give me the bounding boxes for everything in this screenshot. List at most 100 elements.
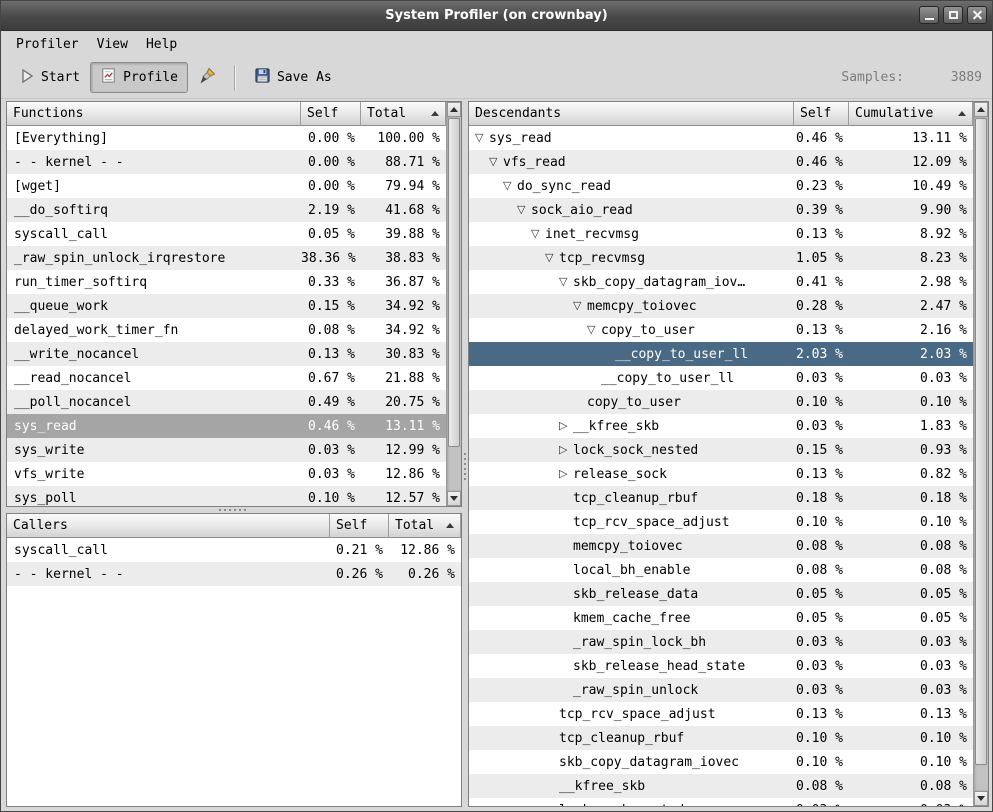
scroll-up-button[interactable] xyxy=(447,102,461,117)
self-value: 0.39 % xyxy=(794,203,849,218)
table-row[interactable]: skb_copy_datagram_iovec0.10 %0.10 % xyxy=(469,750,973,774)
reset-button[interactable] xyxy=(188,62,226,93)
table-row[interactable]: _raw_spin_unlock0.03 %0.03 % xyxy=(469,678,973,702)
column-header-self[interactable]: Self xyxy=(301,102,361,126)
save-as-button[interactable]: Save As xyxy=(244,62,342,93)
table-row[interactable]: ▷lock_sock_nested0.15 %0.93 % xyxy=(469,438,973,462)
table-row[interactable]: tcp_rcv_space_adjust0.13 %0.13 % xyxy=(469,702,973,726)
titlebar[interactable]: System Profiler (on crownbay) xyxy=(1,1,992,31)
table-row[interactable]: memcpy_toiovec0.08 %0.08 % xyxy=(469,534,973,558)
total-value: 21.88 % xyxy=(361,371,446,386)
table-row[interactable]: _raw_spin_unlock_irqrestore38.36 %38.83 … xyxy=(7,246,446,270)
start-button[interactable]: Start xyxy=(9,62,90,93)
table-row[interactable]: __write_nocancel0.13 %30.83 % xyxy=(7,342,446,366)
expander-closed-icon[interactable]: ▷ xyxy=(559,467,573,481)
table-row[interactable]: vfs_write0.03 %12.86 % xyxy=(7,462,446,486)
table-row[interactable]: tcp_cleanup_rbuf0.10 %0.10 % xyxy=(469,726,973,750)
table-row[interactable]: - - kernel - -0.26 %0.26 % xyxy=(7,562,461,586)
expander-closed-icon[interactable]: ▷ xyxy=(559,419,573,433)
table-row[interactable]: skb_release_head_state0.03 %0.03 % xyxy=(469,654,973,678)
table-row[interactable]: __kfree_skb0.08 %0.08 % xyxy=(469,774,973,798)
table-row[interactable]: run_timer_softirq0.33 %36.87 % xyxy=(7,270,446,294)
table-row[interactable]: - - kernel - -0.00 %88.71 % xyxy=(7,150,446,174)
expander-open-icon[interactable]: ▽ xyxy=(489,155,503,169)
scrollbar-thumb[interactable] xyxy=(975,118,987,765)
menu-profiler[interactable]: Profiler xyxy=(7,35,88,54)
descendants-scrollbar[interactable] xyxy=(973,102,988,806)
table-row[interactable]: __poll_nocancel0.49 %20.75 % xyxy=(7,390,446,414)
table-row[interactable]: ▷__kfree_skb0.03 %1.83 % xyxy=(469,414,973,438)
table-row[interactable]: [Everything]0.00 %100.00 % xyxy=(7,126,446,150)
column-header-self[interactable]: Self xyxy=(330,514,389,538)
expander-open-icon[interactable]: ▽ xyxy=(517,203,531,217)
table-row[interactable]: sys_write0.03 %12.99 % xyxy=(7,438,446,462)
table-row[interactable]: copy_to_user0.10 %0.10 % xyxy=(469,390,973,414)
table-row[interactable]: syscall_call0.21 %12.86 % xyxy=(7,538,461,562)
menu-view[interactable]: View xyxy=(88,35,137,54)
expander-open-icon[interactable]: ▽ xyxy=(475,131,489,145)
table-row[interactable]: ▷release_sock0.13 %0.82 % xyxy=(469,462,973,486)
close-button[interactable] xyxy=(967,6,987,24)
table-row[interactable]: ▽sys_read0.46 %13.11 % xyxy=(469,126,973,150)
scrollbar-trough[interactable] xyxy=(974,117,988,791)
maximize-button[interactable] xyxy=(943,6,963,24)
table-row[interactable]: sys_poll0.10 %12.57 % xyxy=(7,486,446,506)
table-row[interactable]: skb_release_data0.05 %0.05 % xyxy=(469,582,973,606)
scroll-down-button[interactable] xyxy=(974,791,988,806)
table-row[interactable]: lock_sock_nested0.03 %0.03 % xyxy=(469,798,973,806)
column-header-total[interactable]: Total xyxy=(361,102,446,126)
function-name: __queue_work xyxy=(7,299,301,314)
splitter-grip-icon xyxy=(464,453,466,483)
table-row[interactable]: delayed_work_timer_fn0.08 %34.92 % xyxy=(7,318,446,342)
scroll-down-button[interactable] xyxy=(447,491,461,506)
table-row[interactable]: ▽sock_aio_read0.39 %9.90 % xyxy=(469,198,973,222)
table-row[interactable]: _raw_spin_lock_bh0.03 %0.03 % xyxy=(469,630,973,654)
scrollbar-trough[interactable] xyxy=(447,117,461,491)
minimize-button[interactable] xyxy=(919,6,939,24)
column-header-descendants[interactable]: Descendants xyxy=(469,102,794,126)
table-row[interactable]: ▽memcpy_toiovec0.28 %2.47 % xyxy=(469,294,973,318)
expander-closed-icon[interactable]: ▷ xyxy=(559,443,573,457)
functions-scrollbar[interactable] xyxy=(446,102,461,506)
total-value: 39.88 % xyxy=(361,227,446,242)
total-value: 0.08 % xyxy=(849,563,973,578)
expander-open-icon[interactable]: ▽ xyxy=(587,323,601,337)
column-header-cumulative[interactable]: Cumulative xyxy=(849,102,973,126)
table-row[interactable]: tcp_rcv_space_adjust0.10 %0.10 % xyxy=(469,510,973,534)
table-row[interactable]: ▽tcp_recvmsg1.05 %8.23 % xyxy=(469,246,973,270)
table-row[interactable]: sys_read0.46 %13.11 % xyxy=(7,414,446,438)
expander-open-icon[interactable]: ▽ xyxy=(573,299,587,313)
function-name: copy_to_user xyxy=(601,323,695,338)
expander-open-icon[interactable]: ▽ xyxy=(559,275,573,289)
functions-body: [Everything]0.00 %100.00 %- - kernel - -… xyxy=(7,126,446,506)
table-row[interactable]: kmem_cache_free0.05 %0.05 % xyxy=(469,606,973,630)
column-header-callers[interactable]: Callers xyxy=(7,514,330,538)
table-row[interactable]: __read_nocancel0.67 %21.88 % xyxy=(7,366,446,390)
total-value: 100.00 % xyxy=(361,131,446,146)
column-header-label: Total xyxy=(367,106,406,121)
table-row[interactable]: __copy_to_user_ll0.03 %0.03 % xyxy=(469,366,973,390)
scrollbar-thumb[interactable] xyxy=(448,118,460,447)
table-row[interactable]: ▽skb_copy_datagram_iov…0.41 %2.98 % xyxy=(469,270,973,294)
profile-toggle-button[interactable]: Profile xyxy=(90,62,188,93)
expander-open-icon[interactable]: ▽ xyxy=(503,179,517,193)
column-header-total[interactable]: Total xyxy=(389,514,461,538)
column-header-self[interactable]: Self xyxy=(794,102,849,126)
table-row[interactable]: ▽inet_recvmsg0.13 %8.92 % xyxy=(469,222,973,246)
scroll-up-button[interactable] xyxy=(974,102,988,117)
table-row[interactable]: syscall_call0.05 %39.88 % xyxy=(7,222,446,246)
expander-open-icon[interactable]: ▽ xyxy=(531,227,545,241)
table-row[interactable]: ▽copy_to_user0.13 %2.16 % xyxy=(469,318,973,342)
table-row[interactable]: ▽vfs_read0.46 %12.09 % xyxy=(469,150,973,174)
table-row[interactable]: [wget]0.00 %79.94 % xyxy=(7,174,446,198)
table-row[interactable]: tcp_cleanup_rbuf0.18 %0.18 % xyxy=(469,486,973,510)
table-row[interactable]: ▽do_sync_read0.23 %10.49 % xyxy=(469,174,973,198)
expander-open-icon[interactable]: ▽ xyxy=(545,251,559,265)
table-row[interactable]: __copy_to_user_ll2.03 %2.03 % xyxy=(469,342,973,366)
function-name: copy_to_user xyxy=(587,395,681,410)
column-header-functions[interactable]: Functions xyxy=(7,102,301,126)
table-row[interactable]: local_bh_enable0.08 %0.08 % xyxy=(469,558,973,582)
table-row[interactable]: __do_softirq2.19 %41.68 % xyxy=(7,198,446,222)
menu-help[interactable]: Help xyxy=(137,35,186,54)
table-row[interactable]: __queue_work0.15 %34.92 % xyxy=(7,294,446,318)
